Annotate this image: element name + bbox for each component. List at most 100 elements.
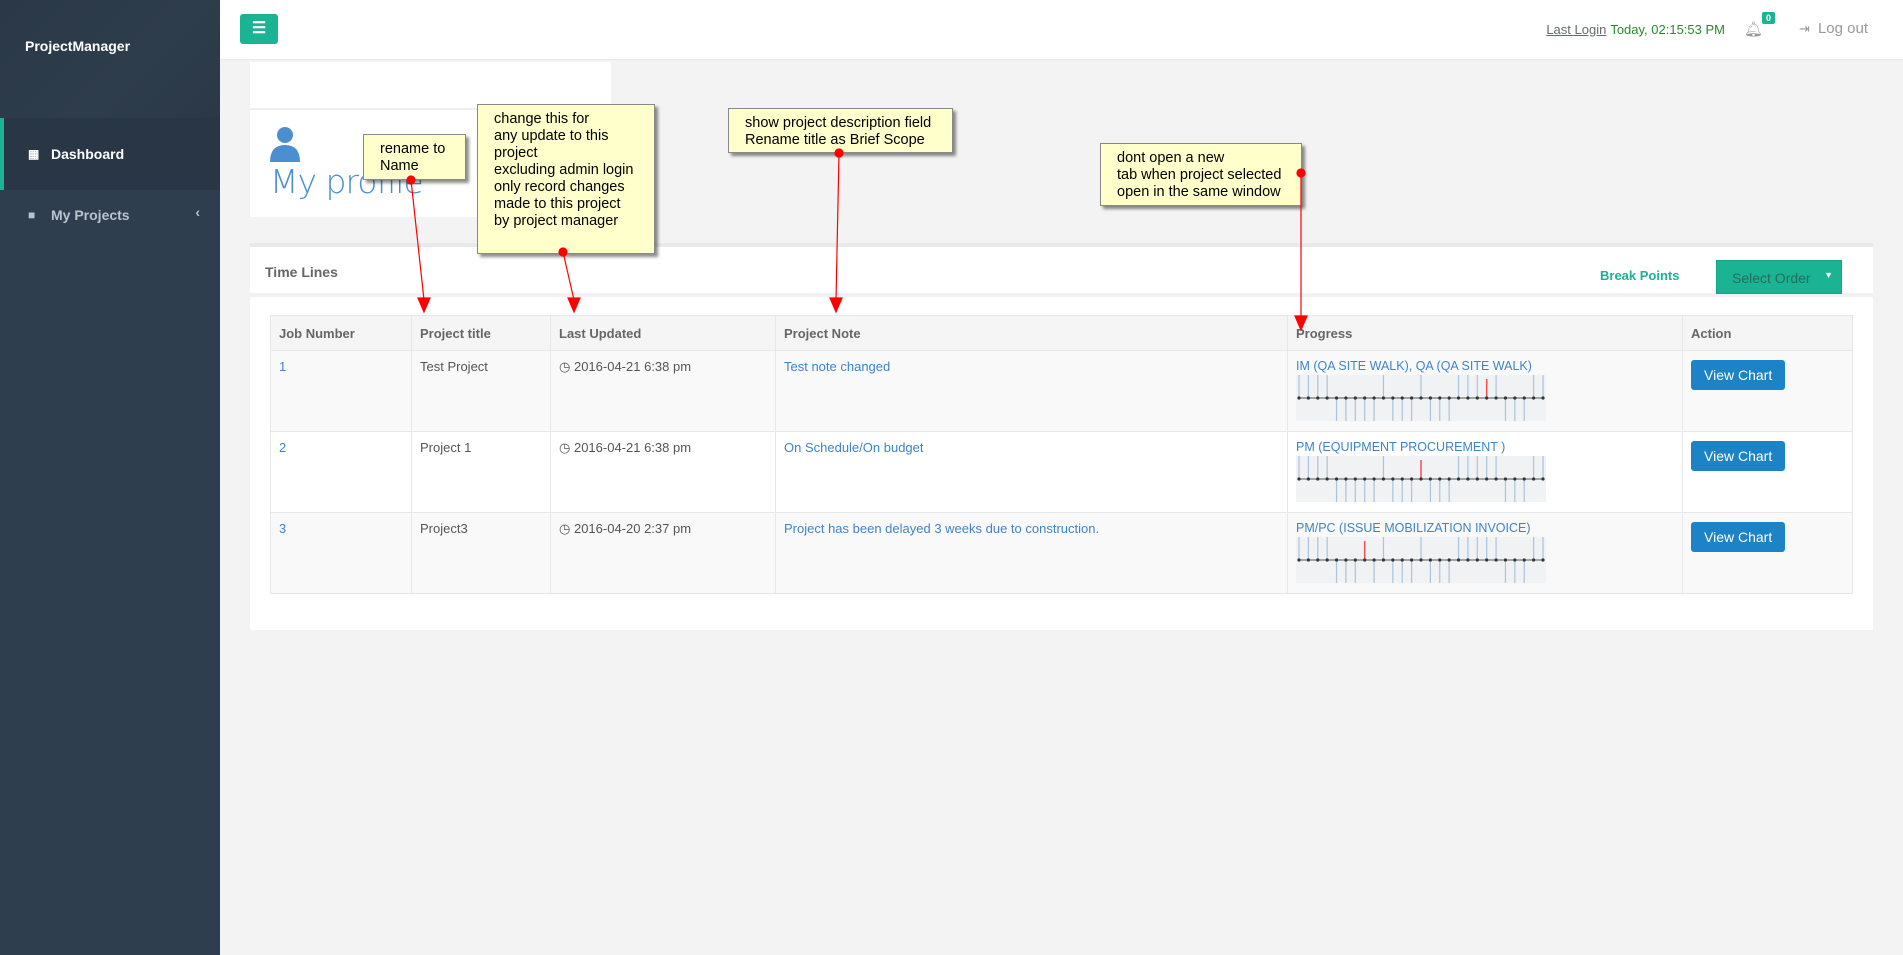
sidebar-header	[0, 0, 220, 118]
job-number-link[interactable]: 3	[279, 521, 286, 536]
timeline-step-dot	[1325, 477, 1329, 481]
timeline-step-dot	[1391, 396, 1395, 400]
project-note-link[interactable]: Test note changed	[784, 359, 890, 374]
progress-label[interactable]: PM (EQUIPMENT PROCUREMENT )	[1296, 440, 1674, 454]
timeline-step-dot	[1306, 558, 1310, 562]
timeline-step-dot	[1503, 558, 1508, 562]
last-updated-cell: ◷ 2016-04-20 2:37 pm	[550, 512, 776, 594]
timeline-step-dot	[1297, 396, 1301, 400]
panel-header: Time Lines Break Points Select Order ▼	[250, 247, 1873, 297]
column-header-project-title[interactable]: Project title	[411, 315, 551, 351]
timeline-step-dot	[1391, 477, 1395, 481]
timeline-step-dot	[1428, 558, 1432, 562]
column-header-progress[interactable]: Progress	[1287, 315, 1683, 351]
menu-toggle-button[interactable]: ☰	[240, 14, 278, 44]
logout-link[interactable]: ⇥ Log out	[1799, 20, 1868, 37]
timeline-step-dot	[1456, 558, 1461, 562]
view-chart-button[interactable]: View Chart	[1691, 360, 1786, 390]
progress-cell: PM/PC (ISSUE MOBILIZATION INVOICE)	[1287, 512, 1683, 594]
action-cell: View Chart	[1682, 431, 1853, 513]
break-points-link[interactable]: Break Points	[1600, 268, 1679, 283]
annotation-last-updated: change this for any update to this proje…	[477, 104, 655, 254]
job-number-link[interactable]: 2	[279, 440, 286, 455]
job-number-link[interactable]: 1	[279, 359, 286, 374]
progress-label[interactable]: PM/PC (ISSUE MOBILIZATION INVOICE)	[1296, 521, 1674, 535]
timeline-step-dot	[1513, 558, 1517, 562]
th-large-icon: ▦	[28, 147, 40, 161]
sidebar-item-label: Dashboard	[51, 146, 125, 162]
timeline-step-dot	[1541, 477, 1545, 481]
timeline-step-dot	[1410, 558, 1414, 562]
timelines-panel: Time Lines Break Points Select Order ▼ Jo…	[250, 243, 1873, 630]
last-updated-cell: ◷ 2016-04-21 6:38 pm	[550, 350, 776, 432]
progress-cell: PM (EQUIPMENT PROCUREMENT )	[1287, 431, 1683, 513]
progress-timeline[interactable]	[1296, 375, 1546, 421]
project-title-cell: Test Project	[411, 350, 551, 432]
sidebar-item-dashboard[interactable]: ▦ Dashboard	[0, 118, 220, 190]
annotation-rename-name: rename to Name	[363, 134, 466, 180]
select-order-dropdown[interactable]: Select Order ▼	[1716, 260, 1842, 294]
table-row[interactable]: 3 Project3 ◷ 2016-04-20 2:37 pm Project …	[270, 512, 1853, 594]
timeline-step-dot	[1400, 396, 1404, 400]
timeline-step-dot	[1391, 558, 1395, 562]
profile-strip	[250, 62, 611, 110]
job-number-cell[interactable]: 3	[270, 512, 412, 594]
project-note-link[interactable]: Project has been delayed 3 weeks due to …	[784, 521, 1099, 536]
timeline-step-dot	[1466, 396, 1470, 400]
project-note-cell: Project has been delayed 3 weeks due to …	[775, 512, 1288, 594]
timeline-step-dot	[1297, 477, 1301, 481]
timeline-step-dot	[1456, 477, 1461, 481]
timeline-step-dot	[1334, 477, 1339, 481]
bell-icon[interactable]: 🔔︎	[1744, 20, 1763, 38]
timeline-step-dot	[1522, 396, 1526, 400]
job-number-cell[interactable]: 2	[270, 431, 412, 513]
timeline-step-dot	[1522, 558, 1526, 562]
last-login-value: Today, 02:15:53 PM	[1610, 22, 1725, 37]
timeline-step-dot	[1306, 396, 1310, 400]
progress-label[interactable]: IM (QA SITE WALK), QA (QA SITE WALK)	[1296, 359, 1674, 373]
brand-logo[interactable]: ProjectManager	[25, 38, 130, 54]
last-updated-value: 2016-04-21 6:38 pm	[573, 440, 692, 455]
timeline-step-dot	[1513, 396, 1517, 400]
last-login: Last Login Today, 02:15:53 PM	[1546, 22, 1725, 37]
column-header-project-note[interactable]: Project Note	[775, 315, 1288, 351]
timeline-step-dot	[1400, 477, 1404, 481]
project-note-link[interactable]: On Schedule/On budget	[784, 440, 924, 455]
timeline-step-dot	[1372, 396, 1376, 400]
timeline-step-dot	[1532, 477, 1536, 481]
progress-timeline[interactable]	[1296, 537, 1546, 583]
timeline-step-dot	[1447, 396, 1451, 400]
clock-icon: ◷	[559, 440, 574, 455]
column-header-job-number[interactable]: Job Number	[270, 315, 412, 351]
timeline-step-dot	[1475, 396, 1479, 400]
timeline-step-dot	[1334, 558, 1339, 562]
logout-label: Log out	[1817, 20, 1868, 37]
timeline-step-dot	[1485, 477, 1489, 481]
table-row[interactable]: 1 Test Project ◷ 2016-04-21 6:38 pm Test…	[270, 350, 1853, 432]
sidebar-item-label: My Projects	[51, 207, 130, 223]
timeline-step-dot	[1381, 396, 1386, 400]
chevron-left-icon: ‹	[195, 204, 200, 220]
timeline-step-dot	[1428, 396, 1432, 400]
last-updated-value: 2016-04-20 2:37 pm	[573, 521, 692, 536]
timeline-step-dot	[1381, 477, 1386, 481]
view-chart-button[interactable]: View Chart	[1691, 441, 1786, 471]
timeline-step-dot	[1363, 477, 1367, 481]
timeline-step-dot	[1532, 558, 1536, 562]
timeline-step-dot	[1353, 477, 1357, 481]
sidebar-item-my-projects[interactable]: ■ My Projects ‹	[0, 190, 220, 240]
timeline-step-dot	[1372, 477, 1376, 481]
timeline-step-dot	[1438, 477, 1442, 481]
timeline-step-dot	[1494, 477, 1498, 481]
view-chart-button[interactable]: View Chart	[1691, 522, 1786, 552]
timeline-step-dot	[1466, 477, 1470, 481]
progress-timeline[interactable]	[1296, 456, 1546, 502]
panel-title: Time Lines	[265, 264, 338, 280]
timeline-step-dot	[1503, 477, 1508, 481]
job-number-cell[interactable]: 1	[270, 350, 412, 432]
timeline-step-dot	[1419, 558, 1423, 562]
caret-down-icon: ▼	[1824, 270, 1833, 280]
column-header-last-updated[interactable]: Last Updated	[550, 315, 776, 351]
timeline-step-dot	[1381, 558, 1386, 562]
table-row[interactable]: 2 Project 1 ◷ 2016-04-21 6:38 pm On Sche…	[270, 431, 1853, 513]
